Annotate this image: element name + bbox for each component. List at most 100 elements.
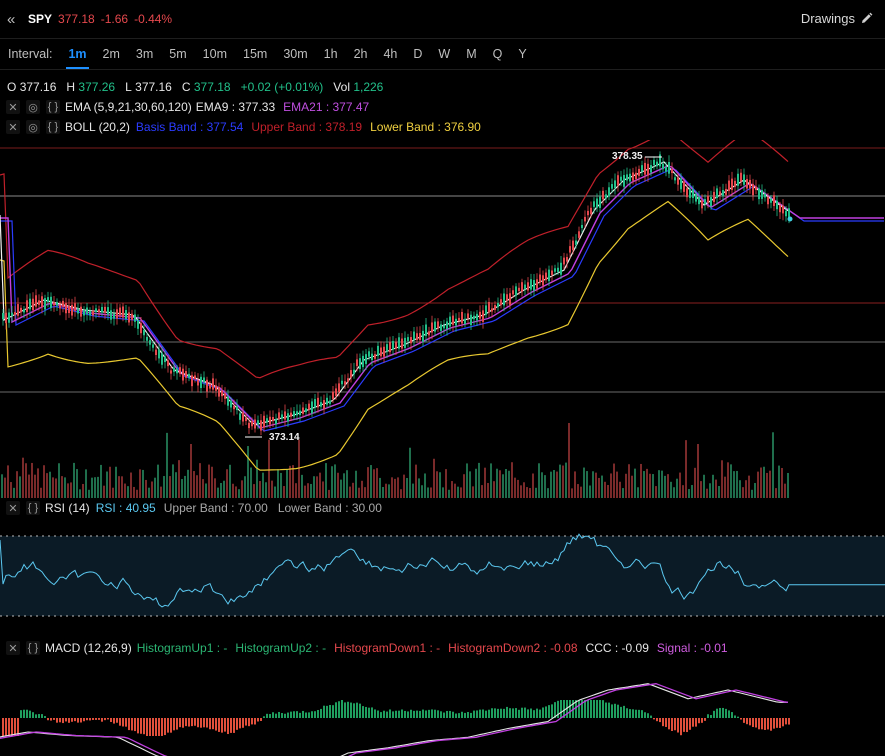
macd-histogram-bar: [101, 718, 103, 722]
volume-bar: [418, 478, 420, 498]
volume-bar: [337, 472, 339, 498]
interval-tab-2h[interactable]: 2h: [348, 39, 374, 69]
volume-bar: [13, 487, 15, 498]
interval-tab-30m[interactable]: 30m: [277, 39, 313, 69]
macd-histogram-bar: [302, 710, 304, 718]
candle-body: [176, 368, 178, 374]
macd-histogram-bar: [134, 718, 136, 732]
remove-boll-icon[interactable]: ✕: [6, 120, 20, 134]
macd-histogram-bar: [182, 718, 184, 728]
volume-bar: [616, 471, 618, 498]
settings-braces-icon[interactable]: { }: [46, 100, 60, 114]
interval-tab-w[interactable]: W: [432, 39, 456, 69]
volume-bar: [58, 463, 60, 498]
interval-tab-y[interactable]: Y: [512, 39, 532, 69]
macd-histogram-bar: [272, 712, 274, 718]
candle-body: [263, 415, 265, 428]
rsi-chart[interactable]: [0, 518, 885, 636]
candle-body: [512, 290, 514, 295]
interval-tab-15m[interactable]: 15m: [237, 39, 273, 69]
volume-bar: [283, 486, 285, 498]
interval-tab-5m[interactable]: 5m: [163, 39, 192, 69]
volume-bar: [664, 475, 666, 498]
candle-body: [572, 240, 574, 251]
price-chart[interactable]: [0, 140, 885, 500]
volume-bar: [715, 479, 717, 498]
macd-histogram-bar: [293, 711, 295, 718]
interval-tab-2m[interactable]: 2m: [97, 39, 126, 69]
volume-bar: [43, 465, 45, 498]
volume-bar: [700, 481, 702, 498]
interval-tab-4h[interactable]: 4h: [377, 39, 403, 69]
collapse-chevrons-icon[interactable]: «: [7, 11, 19, 28]
volume-bar: [412, 483, 414, 498]
settings-braces-icon[interactable]: { }: [26, 641, 40, 655]
interval-tab-m[interactable]: M: [460, 39, 482, 69]
candle-body: [686, 188, 688, 198]
macd-histogram-bar: [188, 718, 190, 727]
volume-bar: [265, 482, 267, 498]
settings-braces-icon[interactable]: { }: [46, 120, 60, 134]
rsi-value: RSI : 40.95: [95, 501, 156, 515]
candle-body: [326, 397, 328, 405]
candle-body: [614, 180, 616, 189]
macd-histogram-bar: [425, 710, 427, 718]
macd-histogram-bar: [476, 710, 478, 718]
remove-rsi-icon[interactable]: ✕: [6, 501, 20, 515]
remove-ema-icon[interactable]: ✕: [6, 100, 20, 114]
candle-body: [146, 336, 148, 341]
candle-body: [785, 210, 787, 217]
candle-body: [542, 275, 544, 286]
volume-bar: [772, 432, 774, 498]
drawings-button[interactable]: Drawings: [801, 11, 873, 26]
volume-bar: [154, 477, 156, 498]
candle-body: [5, 312, 7, 324]
macd-histogram-bar: [503, 708, 505, 718]
volume-bar: [244, 476, 246, 498]
volume-bar: [292, 465, 294, 498]
volume-bar: [100, 464, 102, 498]
interval-tab-3m[interactable]: 3m: [130, 39, 159, 69]
macd-histogram-bar: [374, 709, 376, 718]
volume-bar: [541, 472, 543, 498]
macd-histogram-bar: [740, 718, 742, 720]
visibility-eye-icon[interactable]: ◎: [26, 120, 40, 134]
macd-histogram-bar: [341, 700, 343, 718]
macd-histogram-bar: [56, 718, 58, 723]
candle-body: [707, 195, 709, 204]
volume-bar: [79, 489, 81, 498]
interval-tab-1m[interactable]: 1m: [62, 39, 92, 69]
visibility-eye-icon[interactable]: ◎: [26, 100, 40, 114]
candle-body: [173, 367, 175, 372]
macd-histogram-bar: [236, 718, 238, 730]
volume-bar: [757, 471, 759, 498]
interval-tab-10m[interactable]: 10m: [197, 39, 233, 69]
candle-body: [164, 356, 166, 363]
macd-histogram-bar: [74, 718, 76, 722]
volume-bar: [562, 465, 564, 498]
macd-histogram-bar: [254, 718, 256, 725]
candle-body: [62, 300, 64, 307]
volume-bar: [88, 489, 90, 498]
symbol[interactable]: SPY: [28, 12, 52, 26]
interval-tab-q[interactable]: Q: [487, 39, 509, 69]
macd-histogram-bar: [377, 710, 379, 718]
interval-tab-1h[interactable]: 1h: [318, 39, 344, 69]
candle-body: [335, 388, 337, 396]
volume-bar: [673, 487, 675, 498]
settings-braces-icon[interactable]: { }: [26, 501, 40, 515]
candle-body: [101, 306, 103, 313]
macd-histogram-bar: [710, 715, 712, 718]
macd-histogram-bar: [47, 718, 49, 721]
volume-bar: [175, 472, 177, 498]
candle-body: [359, 358, 361, 369]
price-change-pct: -0.44%: [134, 12, 173, 26]
volume-bar: [631, 475, 633, 498]
macd-histogram-bar: [380, 712, 382, 718]
macd-histogram-bar: [638, 709, 640, 718]
interval-tab-d[interactable]: D: [407, 39, 428, 69]
macd-histogram-bar: [584, 700, 586, 718]
macd-histogram-bar: [353, 703, 355, 718]
remove-macd-icon[interactable]: ✕: [6, 641, 20, 655]
macd-chart[interactable]: [0, 658, 885, 756]
